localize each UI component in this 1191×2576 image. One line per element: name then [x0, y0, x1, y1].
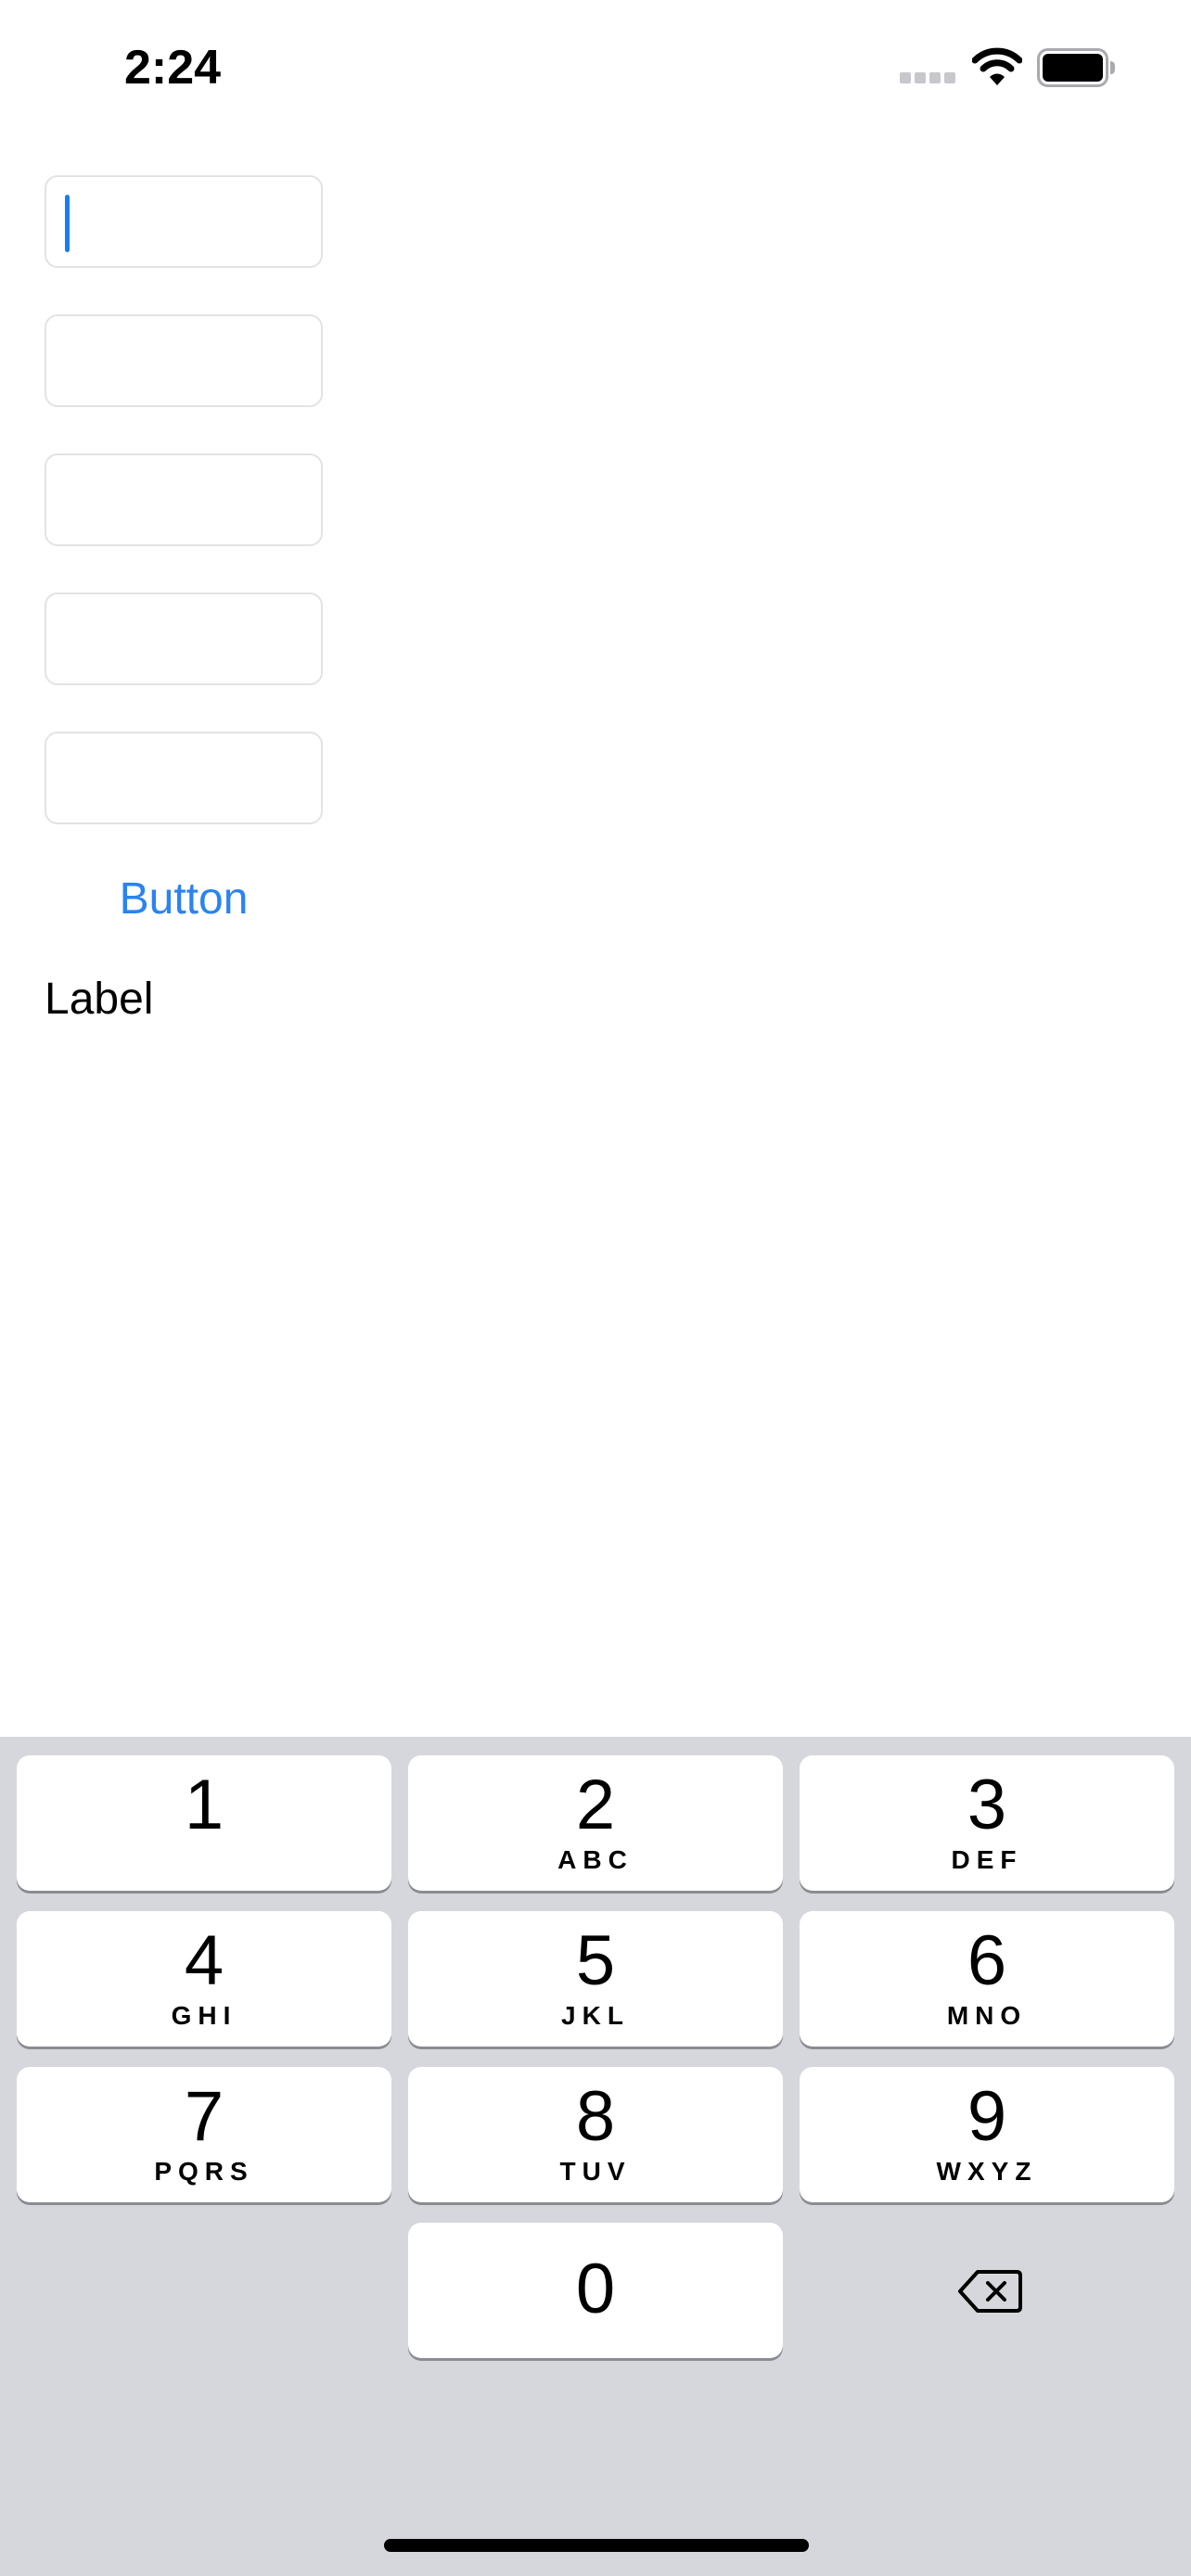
key-7[interactable]: 7 PQRS: [17, 2067, 391, 2202]
delete-key[interactable]: [800, 2224, 1174, 2359]
delete-backspace-icon: [958, 2270, 1022, 2313]
key-2[interactable]: 2 ABC: [408, 1755, 783, 1891]
key-digit: 9: [967, 2077, 1007, 2156]
key-letters: PQRS: [154, 2157, 254, 2186]
key-digit: 4: [184, 1921, 224, 2000]
key-4[interactable]: 4 GHI: [17, 1911, 391, 2047]
key-digit: 6: [967, 1921, 1007, 2000]
key-5[interactable]: 5 JKL: [408, 1911, 783, 2047]
key-letters: WXYZ: [936, 2157, 1038, 2186]
home-indicator[interactable]: [384, 2539, 809, 2552]
key-digit: 8: [575, 2077, 616, 2156]
key-9[interactable]: 9 WXYZ: [800, 2067, 1174, 2202]
text-cursor: [65, 195, 70, 252]
key-letters: DEF: [951, 1845, 1023, 1874]
key-digit: 0: [575, 2250, 616, 2328]
text-field-4[interactable]: [45, 593, 323, 685]
key-letters: GHI: [171, 2001, 237, 2030]
key-3[interactable]: 3 DEF: [800, 1755, 1174, 1891]
key-letters: ABC: [557, 1845, 634, 1874]
key-letters: MNO: [946, 2001, 1028, 2030]
key-digit: 7: [184, 2077, 224, 2156]
number-pad-keyboard: 1 2 ABC 3 DEF 4 GHI 5 JKL 6 MNO 7 PQRS 8…: [0, 1737, 1191, 2576]
output-label: Label: [45, 975, 154, 1024]
cellular-signal-icon: [900, 72, 957, 83]
key-letters: TUV: [559, 2157, 632, 2186]
key-1[interactable]: 1: [17, 1755, 391, 1891]
action-button[interactable]: Button: [45, 862, 323, 937]
battery-icon: [1037, 48, 1117, 87]
wifi-icon: [971, 46, 1023, 87]
key-letters: JKL: [561, 2001, 630, 2030]
text-field-2[interactable]: [45, 314, 323, 407]
key-digit: 5: [575, 1921, 616, 2000]
key-digit: 1: [184, 1766, 224, 1844]
text-field-1[interactable]: [45, 175, 323, 268]
key-digit: 2: [575, 1766, 616, 1844]
key-0[interactable]: 0: [408, 2223, 783, 2358]
text-field-3[interactable]: [45, 453, 323, 546]
key-digit: 3: [967, 1766, 1007, 1844]
key-8[interactable]: 8 TUV: [408, 2067, 783, 2202]
text-field-5[interactable]: [45, 732, 323, 824]
status-time: 2:24: [124, 41, 222, 95]
key-6[interactable]: 6 MNO: [800, 1911, 1174, 2047]
